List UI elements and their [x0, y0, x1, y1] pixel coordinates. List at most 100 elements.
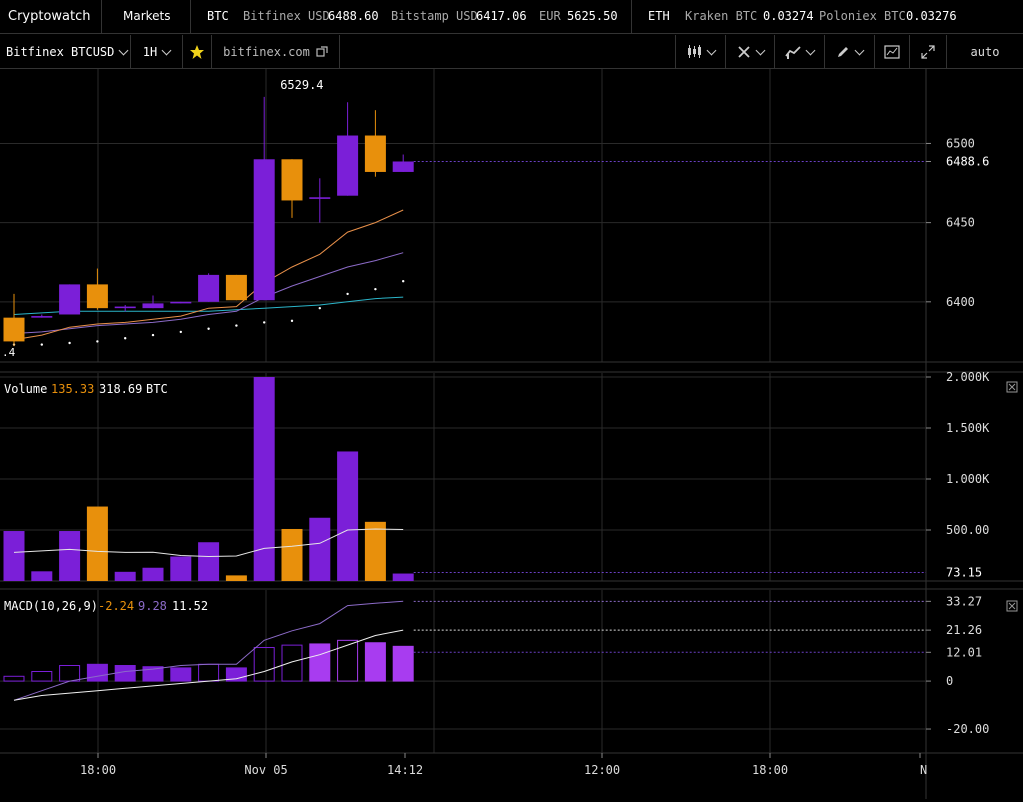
- ticker-name[interactable]: Kraken BTC: [685, 9, 757, 23]
- macd-histogram-bar: [253, 647, 275, 682]
- pencil-icon: [838, 47, 848, 57]
- ticker-price[interactable]: 0.03274: [763, 9, 814, 23]
- candle: [225, 274, 247, 301]
- ticker-price[interactable]: 6417.06: [476, 9, 527, 23]
- market-selector[interactable]: Bitfinex BTCUSD: [0, 35, 131, 69]
- histogram-value: 11.52: [172, 599, 208, 613]
- candle: [281, 159, 303, 201]
- candle: [392, 161, 414, 172]
- favorite-button[interactable]: [183, 35, 212, 69]
- close-icon-cross: [1008, 383, 1016, 391]
- macd-value: -2.24: [98, 599, 134, 613]
- brand-logo[interactable]: Cryptowatch: [8, 9, 91, 24]
- volume-bar: [281, 528, 303, 581]
- ticker-name[interactable]: Poloniex BTC: [819, 9, 906, 23]
- ticker-name[interactable]: EUR: [539, 9, 561, 23]
- sar-dot: [40, 343, 43, 346]
- volume-panel: 2.000K 1.500K 1.000K 500.00 73.15 Volume 135.3…: [3, 370, 1018, 581]
- indicators-button[interactable]: [775, 35, 825, 69]
- macd-axis-label: 0: [946, 674, 953, 688]
- volume-bar: [31, 571, 53, 581]
- chart-toolbar: Bitfinex BTCUSD 1H bitfinex.com auto: [0, 35, 1023, 69]
- candle: [253, 159, 275, 301]
- volume-bar: [170, 556, 192, 581]
- markets-menu[interactable]: Markets: [123, 9, 171, 23]
- macd-axis-label: 33.27: [946, 594, 982, 608]
- price-panel: 6500 6450 6400 6488.6 6529.4 .4: [2, 78, 989, 359]
- candle: [198, 274, 220, 302]
- volume-axis-label: 500.00: [946, 523, 989, 537]
- macd-line: [13, 600, 404, 701]
- last-volume-label: 73.15: [946, 566, 982, 580]
- last-price-label: 6488.6: [946, 154, 989, 168]
- exchange-link[interactable]: bitfinex.com: [212, 35, 340, 69]
- ticker-name[interactable]: Bitstamp USD: [391, 9, 478, 23]
- low-annotation: .4: [2, 346, 16, 359]
- chevron-down-icon: [755, 45, 765, 55]
- close-icon-cross: [1008, 602, 1016, 610]
- high-annotation: 6529.4: [280, 78, 323, 92]
- price-axis-label: 6400: [946, 295, 975, 309]
- volume-bar: [309, 517, 331, 581]
- sar-dot: [346, 292, 349, 296]
- volume-bar: [364, 521, 386, 581]
- drawing-tools-button[interactable]: [825, 35, 875, 69]
- sar-dot: [68, 341, 71, 345]
- macd-histogram-bar: [86, 663, 108, 682]
- candlestick-icon: [688, 45, 701, 58]
- close-icon[interactable]: [1006, 600, 1018, 612]
- fullscreen-button[interactable]: [910, 35, 947, 69]
- ticker-price[interactable]: 6488.60: [328, 9, 379, 23]
- chart-type-button[interactable]: [675, 35, 726, 69]
- volume-axis-label: 1.500K: [946, 421, 990, 435]
- ticker-name[interactable]: Bitfinex USD: [243, 9, 330, 23]
- sar-dot: [124, 337, 127, 340]
- star-icon: [190, 45, 204, 59]
- volume-bar: [3, 531, 25, 581]
- candle: [309, 197, 331, 199]
- volume-axis-label: 2.000K: [946, 370, 990, 384]
- volume-bar: [225, 575, 247, 581]
- time-axis-label: 12:00: [584, 763, 620, 777]
- crosshair-button[interactable]: [726, 35, 775, 69]
- time-axis-label: 14:12: [387, 763, 423, 777]
- candle: [3, 317, 25, 342]
- x-axis: 18:00 Nov 05 14:12 12:00 18:00 N: [80, 753, 927, 777]
- sar-dot: [374, 287, 377, 291]
- chart-canvas[interactable]: 6500 6450 6400 6488.6 6529.4 .4 2.000K 1.500K 1…: [0, 69, 1023, 799]
- scale-mode-label: auto: [970, 45, 1000, 59]
- time-axis-label: N: [920, 763, 927, 777]
- ticker-price[interactable]: 5625.50: [567, 9, 618, 23]
- candle: [337, 135, 359, 196]
- interval-selector[interactable]: 1H: [131, 35, 183, 69]
- sar-dot: [207, 327, 210, 330]
- price-axis-label: 6450: [946, 216, 975, 230]
- sar-dot: [290, 319, 294, 323]
- volume-bar: [86, 506, 108, 581]
- chevron-down-icon: [805, 45, 816, 55]
- volume-average-value: 318.69: [99, 382, 142, 396]
- volume-unit: BTC: [146, 382, 168, 396]
- sar-dot: [179, 330, 182, 334]
- scale-mode-button[interactable]: auto: [947, 35, 1023, 69]
- top-navbar: Cryptowatch Markets BTC Bitfinex USD 648…: [0, 0, 1023, 34]
- macd-histogram-bar: [392, 645, 414, 682]
- time-axis-label: Nov 05: [244, 763, 287, 777]
- close-icon[interactable]: [1006, 381, 1018, 393]
- volume-bar: [392, 573, 414, 581]
- candle: [170, 301, 192, 304]
- candle: [59, 284, 81, 315]
- macd-panel: 33.27 21.26 12.01 0 -20.00 MACD(10,26,9) -2.24…: [3, 594, 1018, 736]
- macd-histogram-bar: [114, 665, 136, 682]
- screenshot-button[interactable]: [875, 35, 910, 69]
- macd-axis-label: -20.00: [946, 722, 989, 736]
- time-axis-label: 18:00: [80, 763, 116, 777]
- indicators-icon: [785, 46, 801, 59]
- macd-histogram-bar: [309, 643, 331, 682]
- macd-histogram-bar: [198, 663, 220, 682]
- ticker-price[interactable]: 0.03276: [906, 9, 957, 23]
- macd-histogram-bar: [170, 667, 192, 682]
- macd-histogram-bar: [3, 675, 25, 682]
- candle: [31, 316, 53, 318]
- chart-area[interactable]: 6500 6450 6400 6488.6 6529.4 .4 2.000K 1.500K 1…: [0, 69, 1023, 799]
